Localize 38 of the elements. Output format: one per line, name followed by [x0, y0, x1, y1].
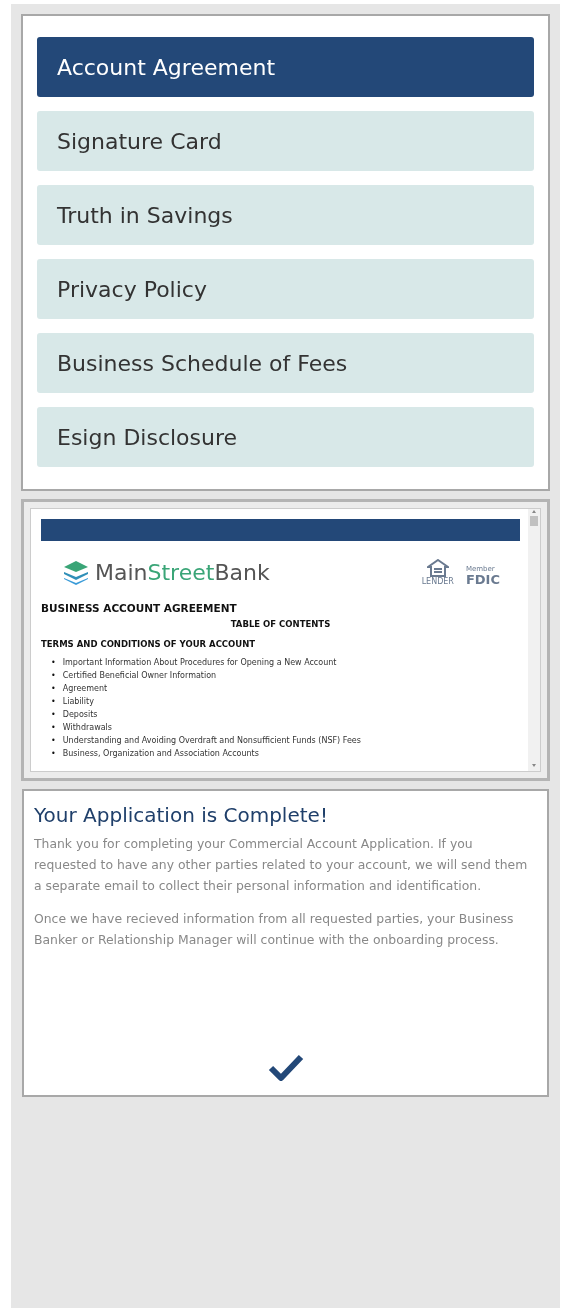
bullet: • — [51, 748, 56, 760]
scroll-up-icon[interactable] — [531, 509, 537, 514]
contents-item: Liability — [62, 696, 94, 708]
bullet: • — [51, 696, 56, 708]
contents-item: Understanding and Avoiding Overdraft and Nonsufficient Funds (NSF) Fees — [62, 735, 361, 747]
scrollbar[interactable] — [528, 509, 540, 771]
document-button[interactable]: Privacy Policy — [37, 259, 534, 319]
bullet: • — [51, 683, 56, 695]
document-button[interactable]: Esign Disclosure — [37, 407, 534, 467]
contents-item: Withdrawals — [62, 722, 112, 734]
scroll-down-icon[interactable] — [531, 763, 537, 768]
bullet: • — [51, 735, 56, 747]
document-button[interactable]: Business Schedule of Fees — [37, 333, 534, 393]
fdic-label: FDIC — [465, 573, 500, 586]
bank-logo-text: MainStreetBank — [95, 560, 270, 585]
house-icon — [426, 559, 449, 577]
document-button[interactable]: Truth in Savings — [37, 185, 534, 245]
contents-item: Important Information About Procedures for Opening a New Account — [62, 657, 337, 669]
section-heading: TERMS AND CONDITIONS OF YOUR ACCOUNT — [41, 639, 257, 649]
document-button[interactable]: Signature Card — [37, 111, 534, 171]
completion-title: Your Application is Complete! — [34, 803, 329, 827]
completion-message: Once we have recieved information from all requested parties, your Business Banker or Relationship Manager will continue with the onboarding process. — [34, 910, 515, 949]
contents-item: Business, Organization and Association Accounts — [62, 748, 259, 760]
contents-heading: TABLE OF CONTENTS — [229, 619, 332, 629]
contents-item: Agreement — [62, 683, 108, 695]
bullet: • — [51, 722, 56, 734]
checkmark-icon — [267, 1053, 304, 1081]
scroll-thumb[interactable] — [530, 516, 538, 526]
bullet: • — [51, 657, 56, 669]
contents-item: Certified Beneficial Owner Information — [62, 670, 217, 682]
stacked-layers-icon — [63, 559, 89, 586]
contents-item: Deposits — [62, 709, 98, 721]
completion-message: Thank you for completing your Commercial Account Application. If you requested to have any other parties related to your account, we will send them a separate email to collect their personal information and identification. — [34, 835, 529, 895]
bullet: • — [51, 670, 56, 682]
document-button[interactable]: Account Agreement — [37, 37, 534, 97]
lender-label: LENDER — [421, 577, 454, 586]
bullet: • — [51, 709, 56, 721]
document-title: BUSINESS ACCOUNT AGREEMENT — [41, 602, 238, 614]
